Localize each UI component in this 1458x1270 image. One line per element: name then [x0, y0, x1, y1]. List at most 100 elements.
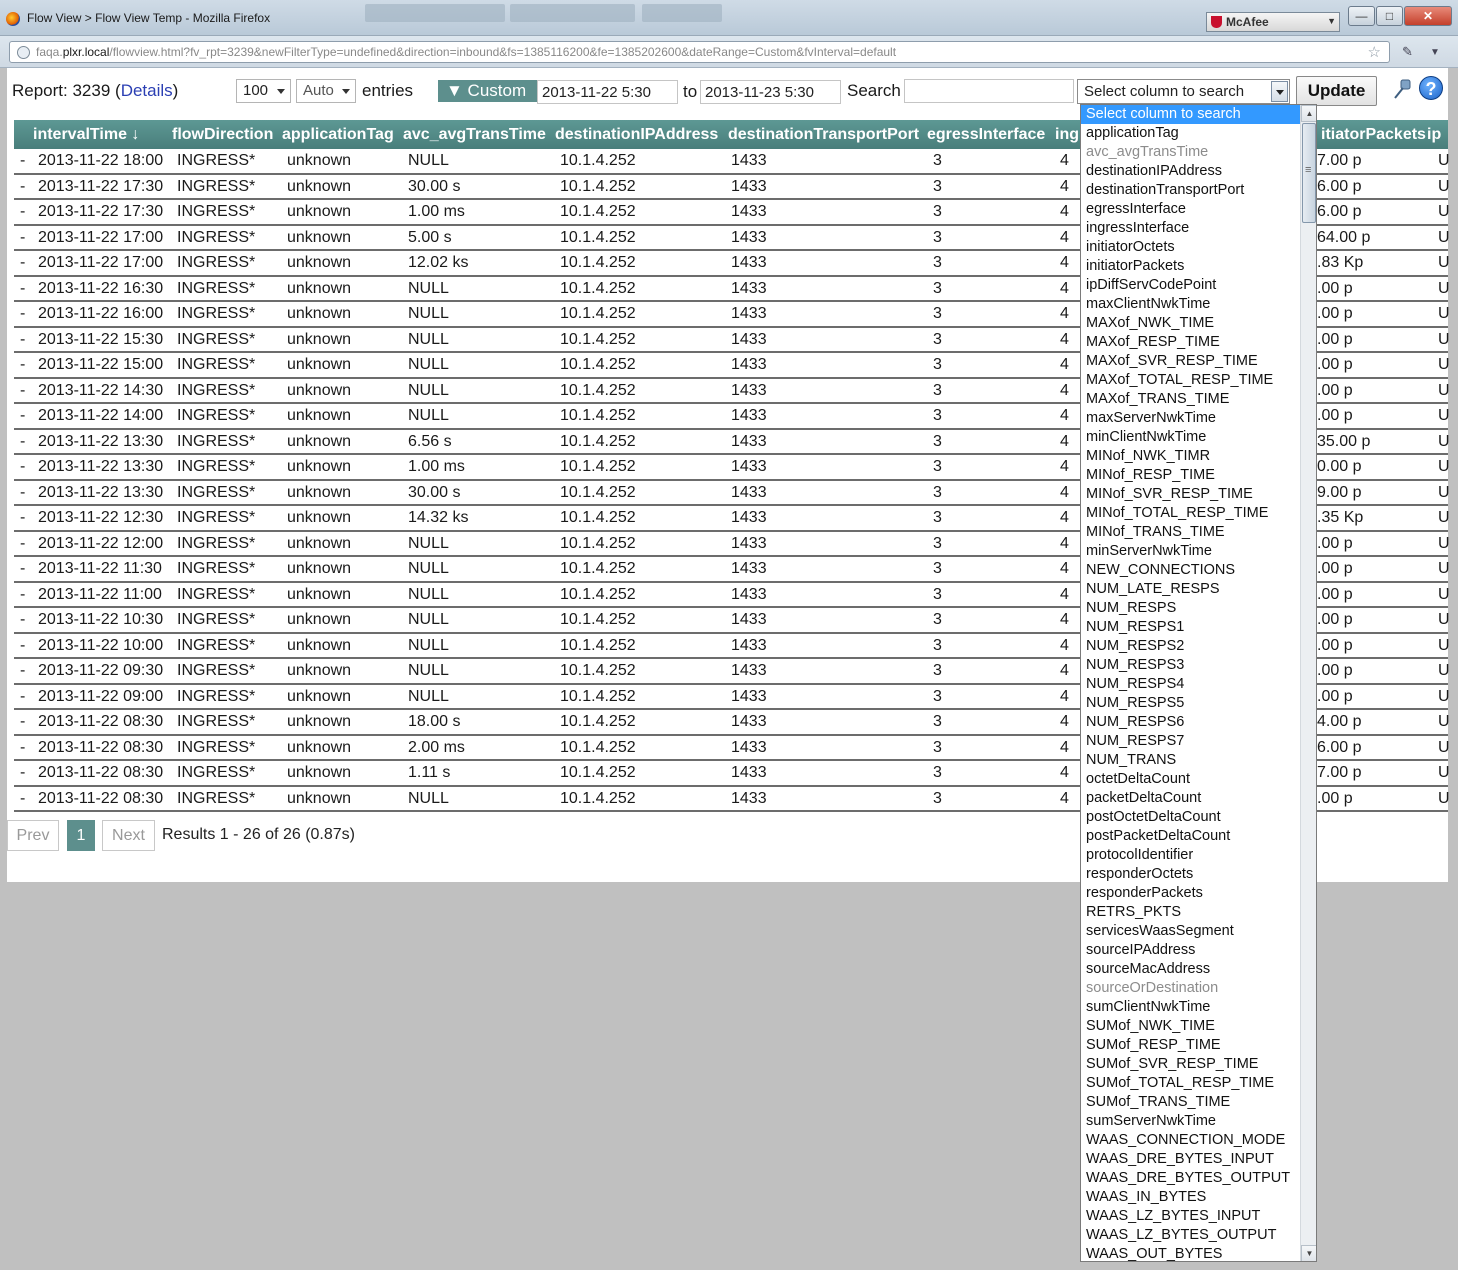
- dropdown-option[interactable]: maxClientNwkTime: [1081, 295, 1300, 314]
- dropdown-option[interactable]: WAAS_DRE_BYTES_INPUT: [1081, 1150, 1300, 1169]
- row-expand-toggle[interactable]: -: [20, 226, 25, 250]
- background-tab[interactable]: [642, 4, 722, 22]
- dropdown-option[interactable]: WAAS_LZ_BYTES_OUTPUT: [1081, 1226, 1300, 1245]
- dropdown-option[interactable]: NUM_RESPS: [1081, 599, 1300, 618]
- date-to-input[interactable]: 2013-11-23 5:30: [700, 80, 841, 104]
- dropdown-option[interactable]: initiatorPackets: [1081, 257, 1300, 276]
- dropdown-option[interactable]: initiatorOctets: [1081, 238, 1300, 257]
- dropdown-option[interactable]: NUM_LATE_RESPS: [1081, 580, 1300, 599]
- dropdown-option[interactable]: MAXof_TOTAL_RESP_TIME: [1081, 371, 1300, 390]
- row-expand-toggle[interactable]: -: [20, 404, 25, 428]
- dropdown-option[interactable]: egressInterface: [1081, 200, 1300, 219]
- dropdown-option[interactable]: SUMof_RESP_TIME: [1081, 1036, 1300, 1055]
- row-expand-toggle[interactable]: -: [20, 710, 25, 734]
- col-header-avc-avgtranstime[interactable]: avc_avgTransTime: [403, 120, 546, 149]
- dropdown-option[interactable]: WAAS_DRE_BYTES_OUTPUT: [1081, 1169, 1300, 1188]
- dropdown-option[interactable]: MAXof_SVR_RESP_TIME: [1081, 352, 1300, 371]
- next-page-button[interactable]: Next: [102, 820, 155, 851]
- dropdown-option[interactable]: NUM_RESPS3: [1081, 656, 1300, 675]
- row-expand-toggle[interactable]: -: [20, 379, 25, 403]
- date-from-input[interactable]: 2013-11-22 5:30: [537, 80, 678, 104]
- dropdown-option[interactable]: sourceMacAddress: [1081, 960, 1300, 979]
- dropdown-option[interactable]: MAXof_RESP_TIME: [1081, 333, 1300, 352]
- row-expand-toggle[interactable]: -: [20, 608, 25, 632]
- entries-count-select[interactable]: 100: [236, 79, 291, 103]
- dropdown-option[interactable]: NUM_RESPS5: [1081, 694, 1300, 713]
- row-expand-toggle[interactable]: -: [20, 736, 25, 760]
- dropdown-option[interactable]: packetDeltaCount: [1081, 789, 1300, 808]
- dropdown-option[interactable]: SUMof_TOTAL_RESP_TIME: [1081, 1074, 1300, 1093]
- dropdown-option[interactable]: MINof_SVR_RESP_TIME: [1081, 485, 1300, 504]
- dropdown-option[interactable]: sourceIPAddress: [1081, 941, 1300, 960]
- dropdown-option[interactable]: MAXof_NWK_TIME: [1081, 314, 1300, 333]
- col-header-initiatorpackets-partial[interactable]: itiatorPackets: [1321, 120, 1426, 149]
- addon-icon[interactable]: ✎: [1402, 44, 1413, 60]
- dropdown-option[interactable]: applicationTag: [1081, 124, 1300, 143]
- prev-page-button[interactable]: Prev: [7, 820, 59, 851]
- scroll-down-arrow-icon[interactable]: ▼: [1301, 1245, 1316, 1261]
- row-expand-toggle[interactable]: -: [20, 353, 25, 377]
- row-expand-toggle[interactable]: -: [20, 634, 25, 658]
- row-expand-toggle[interactable]: -: [20, 532, 25, 556]
- dropdown-option[interactable]: WAAS_CONNECTION_MODE: [1081, 1131, 1300, 1150]
- row-expand-toggle[interactable]: -: [20, 557, 25, 581]
- search-column-dropdown-list[interactable]: Select column to search applicationTag avc…: [1080, 104, 1317, 1262]
- dropdown-option[interactable]: MINof_TOTAL_RESP_TIME: [1081, 504, 1300, 523]
- dropdown-option[interactable]: NUM_RESPS1: [1081, 618, 1300, 637]
- search-column-select[interactable]: Select column to search: [1077, 79, 1290, 104]
- row-expand-toggle[interactable]: -: [20, 251, 25, 275]
- dropdown-option[interactable]: MINof_NWK_TIMR: [1081, 447, 1300, 466]
- dropdown-option[interactable]: SUMof_SVR_RESP_TIME: [1081, 1055, 1300, 1074]
- dropdown-option[interactable]: protocolIdentifier: [1081, 846, 1300, 865]
- details-link[interactable]: Details: [121, 81, 173, 100]
- dropdown-option[interactable]: Select column to search: [1081, 105, 1300, 124]
- row-expand-toggle[interactable]: -: [20, 175, 25, 199]
- row-expand-toggle[interactable]: -: [20, 583, 25, 607]
- dropdown-option[interactable]: NUM_RESPS4: [1081, 675, 1300, 694]
- dropdown-option[interactable]: maxServerNwkTime: [1081, 409, 1300, 428]
- dropdown-option[interactable]: minClientNwkTime: [1081, 428, 1300, 447]
- dropdown-option[interactable]: responderOctets: [1081, 865, 1300, 884]
- row-expand-toggle[interactable]: -: [20, 685, 25, 709]
- mcafee-toolbar-button[interactable]: McAfee ▼: [1206, 12, 1340, 32]
- dropdown-option[interactable]: destinationTransportPort: [1081, 181, 1300, 200]
- col-header-ingress-partial[interactable]: ing: [1055, 120, 1079, 149]
- row-expand-toggle[interactable]: -: [20, 149, 25, 173]
- dropdown-option[interactable]: MINof_TRANS_TIME: [1081, 523, 1300, 542]
- dropdown-option[interactable]: NUM_RESPS2: [1081, 637, 1300, 656]
- dropdown-option[interactable]: NUM_TRANS: [1081, 751, 1300, 770]
- dropdown-scrollbar[interactable]: ▲ ▼: [1300, 105, 1316, 1261]
- col-header-destinationipaddress[interactable]: destinationIPAddress: [555, 120, 718, 149]
- background-tab[interactable]: [510, 4, 635, 22]
- pin-icon[interactable]: [1391, 78, 1415, 100]
- dropdown-option[interactable]: minServerNwkTime: [1081, 542, 1300, 561]
- dropdown-option[interactable]: MINof_RESP_TIME: [1081, 466, 1300, 485]
- col-header-intervaltime[interactable]: intervalTime ↓: [33, 120, 139, 149]
- dropdown-option[interactable]: sumClientNwkTime: [1081, 998, 1300, 1017]
- dropdown-option[interactable]: NEW_CONNECTIONS: [1081, 561, 1300, 580]
- address-bar[interactable]: faqa.plxr.local/flowview.html?fv_rpt=323…: [9, 41, 1390, 63]
- scrollbar-thumb[interactable]: [1302, 123, 1316, 223]
- row-expand-toggle[interactable]: -: [20, 430, 25, 454]
- row-expand-toggle[interactable]: -: [20, 328, 25, 352]
- col-header-ip-partial[interactable]: ip: [1427, 120, 1441, 149]
- dropdown-option[interactable]: responderPackets: [1081, 884, 1300, 903]
- custom-date-range-button[interactable]: ▼ Custom: [438, 80, 537, 102]
- dropdown-option[interactable]: MAXof_TRANS_TIME: [1081, 390, 1300, 409]
- background-tab[interactable]: [365, 4, 505, 22]
- row-expand-toggle[interactable]: -: [20, 659, 25, 683]
- row-expand-toggle[interactable]: -: [20, 481, 25, 505]
- dropdown-option[interactable]: WAAS_OUT_BYTES: [1081, 1245, 1300, 1261]
- dropdown-option[interactable]: SUMof_NWK_TIME: [1081, 1017, 1300, 1036]
- scroll-up-arrow-icon[interactable]: ▲: [1301, 105, 1316, 122]
- row-expand-toggle[interactable]: -: [20, 761, 25, 785]
- minimize-button[interactable]: —: [1348, 6, 1375, 26]
- dropdown-option[interactable]: SUMof_TRANS_TIME: [1081, 1093, 1300, 1112]
- dropdown-option[interactable]: RETRS_PKTS: [1081, 903, 1300, 922]
- dropdown-option[interactable]: postPacketDeltaCount: [1081, 827, 1300, 846]
- dropdown-option[interactable]: NUM_RESPS6: [1081, 713, 1300, 732]
- col-header-destinationtransportport[interactable]: destinationTransportPort: [728, 120, 919, 149]
- row-expand-toggle[interactable]: -: [20, 506, 25, 530]
- close-button[interactable]: ✕: [1404, 6, 1452, 26]
- update-button[interactable]: Update: [1296, 76, 1377, 106]
